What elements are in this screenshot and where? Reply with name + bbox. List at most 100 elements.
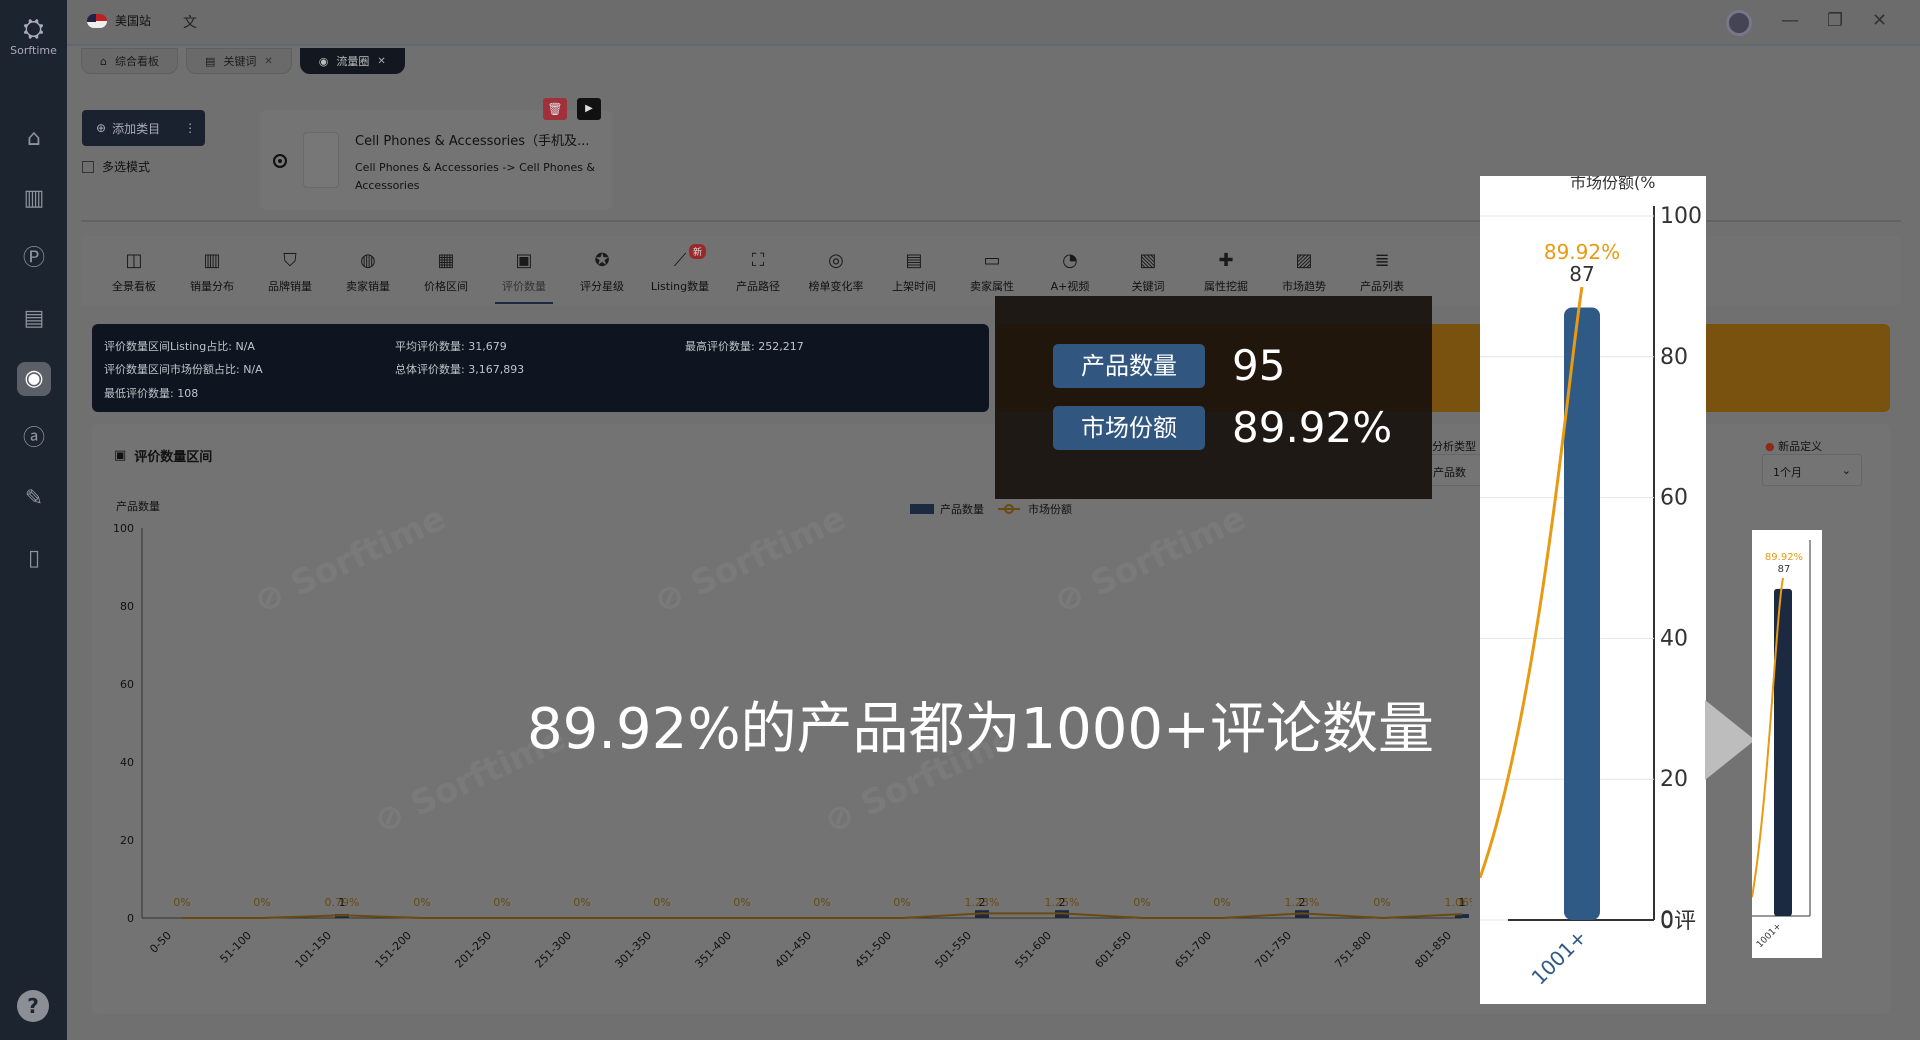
feature-tab-label: 榜单变化率 <box>808 280 864 293</box>
feature-tab-label: 全景看板 <box>112 280 156 293</box>
tooltip-share-value: 89.92% <box>1232 403 1393 452</box>
share-ratio: 评价数量区间市场份额占比: N/A <box>104 363 263 376</box>
pointer-arrow <box>1705 700 1755 780</box>
feature-tab-label: 品牌销量 <box>268 280 312 293</box>
legend-label-count: 产品数量 <box>940 502 984 516</box>
total-reviews: 总体评价数量: 3,167,893 <box>395 363 525 376</box>
feature-tab[interactable]: ✚ 属性挖掘 <box>1187 250 1265 294</box>
x-tick-label: 301-350 <box>612 929 654 971</box>
help-icon[interactable]: ? <box>17 990 49 1022</box>
book-icon[interactable]: ▯ <box>17 542 51 576</box>
share-label: 0% <box>813 896 830 909</box>
feature-tab[interactable]: ⛉ 品牌销量 <box>251 250 329 294</box>
feature-tab[interactable]: ⛶ 产品路径 <box>719 250 797 294</box>
analysis-type-value: 产品数 <box>1433 466 1466 479</box>
feature-tab[interactable]: ◫ 全景看板 <box>95 250 173 294</box>
feature-tab[interactable]: ◍ 卖家销量 <box>329 250 407 294</box>
chart-icon[interactable]: ▥ <box>17 182 51 216</box>
delete-button[interactable]: 🗑 <box>543 98 567 120</box>
minimize-icon[interactable]: — <box>1781 10 1799 31</box>
edit-icon[interactable]: ✎ <box>17 482 51 516</box>
add-category-button[interactable]: ⊕ 添加类目 ⋮ <box>82 110 205 146</box>
share-label: 0% <box>733 896 750 909</box>
tab-traffic[interactable]: ◉ 流量圈 ✕ <box>299 48 405 74</box>
site-label: 美国站 <box>115 14 152 28</box>
feature-tab[interactable]: ▨ 市场趋势 <box>1265 250 1343 294</box>
feature-tab-label: 产品列表 <box>1360 280 1404 293</box>
bar-chart-icon: ▥ <box>203 250 221 271</box>
legend-label-share: 市场份额 <box>1028 502 1072 516</box>
translate-icon[interactable]: 文 <box>183 12 197 32</box>
category-radio[interactable] <box>273 154 287 168</box>
zoom-axis-title: 市场份额(% <box>1570 176 1655 192</box>
feature-tab-label: Listing数量 <box>650 280 710 293</box>
zoom-category: 1001+ <box>1527 925 1592 990</box>
tab-keyword[interactable]: ▤ 关键词 ✕ <box>185 48 292 74</box>
x-tick-label: 451-500 <box>852 929 894 971</box>
feature-tab[interactable]: ▧ 关键词 <box>1109 250 1187 294</box>
feature-tab[interactable]: ◔ A+视频 <box>1031 250 1109 294</box>
multi-select-checkbox[interactable] <box>82 160 94 173</box>
y-tick-label: 80 <box>120 600 134 613</box>
app-window: ⛭ Sorftime ⌂ ▥ Ⓟ ▤ ◉ ⓐ ✎ ▯ ? 美国站 文 — ❐ ✕… <box>0 0 1920 1040</box>
feature-tab[interactable]: ▣ 评价数量 <box>485 250 563 304</box>
multi-select-toggle[interactable]: 多选模式 <box>82 158 150 175</box>
zoom-y-tick: 80 <box>1660 345 1688 370</box>
amazon-icon[interactable]: ⓐ <box>17 422 51 456</box>
y-tick-label: 0 <box>127 912 134 925</box>
feature-tab-label: 产品路径 <box>736 280 780 293</box>
tab-close-icon[interactable]: ✕ <box>264 56 272 67</box>
feature-tab[interactable]: ≣ 产品列表 <box>1343 250 1421 294</box>
home-icon[interactable]: ⌂ <box>17 122 51 156</box>
feature-tab[interactable]: ▥ 销量分布 <box>173 250 251 294</box>
feature-tab[interactable]: ▤ 上架时间 <box>875 250 953 294</box>
category-card[interactable]: Cell Phones & Accessories（手机及... Cell Ph… <box>261 110 611 210</box>
share-label: 0% <box>493 896 510 909</box>
tab-dashboard[interactable]: ⌂ 综合看板 <box>81 48 178 74</box>
min-reviews: 最低评价数量: 108 <box>104 387 199 400</box>
max-reviews: 最高评价数量: 252,217 <box>685 340 804 353</box>
restore-icon[interactable]: ❐ <box>1827 10 1843 31</box>
share-label: 0% <box>173 896 190 909</box>
share-label: 0% <box>653 896 670 909</box>
close-icon[interactable]: ✕ <box>1872 10 1887 31</box>
more-icon[interactable]: ⋮ <box>184 121 196 135</box>
sidebar: ⛭ Sorftime ⌂ ▥ Ⓟ ▤ ◉ ⓐ ✎ ▯ ? <box>0 0 67 1040</box>
feature-tab[interactable]: ▭ 卖家属性 <box>953 250 1031 294</box>
product-icon[interactable]: Ⓟ <box>17 242 51 276</box>
us-flag-icon <box>87 13 107 28</box>
y-tick-label: 40 <box>120 756 134 769</box>
feature-tab[interactable]: ✪ 评分星级 <box>563 250 641 294</box>
traffic-icon[interactable]: ◉ <box>17 362 51 396</box>
share-label: 0% <box>1373 896 1390 909</box>
feature-tab[interactable]: ◎ 榜单变化率 <box>797 250 875 294</box>
top-bar: 美国站 文 — ❐ ✕ <box>67 0 1920 46</box>
feature-tab-label: 市场趋势 <box>1282 280 1326 293</box>
zoom-share-label: 89.92% <box>1544 240 1620 264</box>
feature-tab[interactable]: ▦ 价格区间 <box>407 250 485 294</box>
x-tick-label: 251-300 <box>532 929 574 971</box>
new-product-select[interactable]: 1个月 ⌄ <box>1762 454 1862 486</box>
tab-bar: ⌂ 综合看板 ▤ 关键词 ✕ ◉ 流量圈 ✕ <box>81 48 405 76</box>
review-icon: ▣ <box>114 448 127 463</box>
feature-tab-label: 销量分布 <box>190 280 234 293</box>
mini-share-label: 89.92% <box>1765 552 1803 563</box>
chevron-down-icon: ⌄ <box>1841 464 1851 477</box>
logo: ⛭ Sorftime <box>0 14 67 57</box>
tab-close-icon[interactable]: ✕ <box>377 56 385 67</box>
feature-tab-label: 价格区间 <box>424 280 468 293</box>
video-icon: ◔ <box>1062 250 1078 271</box>
keyword-small-icon: ▤ <box>204 54 216 68</box>
active-underline <box>495 302 553 304</box>
avatar[interactable] <box>1726 10 1752 36</box>
bar-label: 1 <box>1459 896 1466 909</box>
play-button[interactable]: ▶ <box>577 98 601 120</box>
new-product-label-text: 新品定义 <box>1778 440 1823 453</box>
tooltip: 产品数量 95 市场份额 89.92% <box>995 296 1432 499</box>
multi-select-label: 多选模式 <box>102 160 151 174</box>
category-path: Cell Phones & Accessories -> Cell Phones… <box>355 161 596 192</box>
feature-tab[interactable]: ⟋ Listing数量 新 <box>641 244 719 294</box>
keyword-icon[interactable]: ▤ <box>17 302 51 336</box>
site-selector[interactable]: 美国站 <box>87 12 151 29</box>
category-thumbnail <box>303 132 339 188</box>
